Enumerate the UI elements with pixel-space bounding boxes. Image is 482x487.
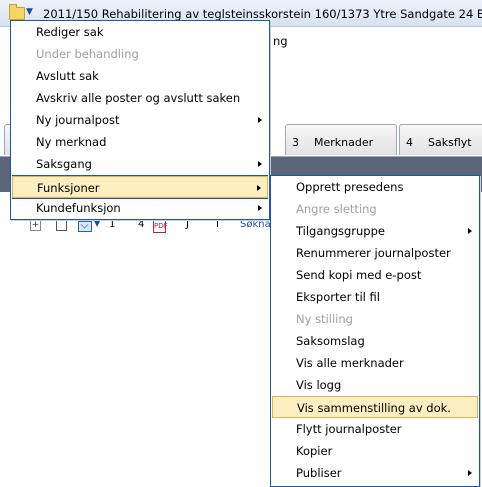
submenu-item-publiser[interactable]: Publiser	[272, 462, 478, 484]
menu-item-label: Saksomslag	[296, 334, 365, 348]
menu-item-label: Kundefunksjon	[36, 201, 121, 215]
submenu-arrow-icon	[468, 470, 472, 476]
submenu-item-send-kopi[interactable]: Send kopi med e-post	[272, 264, 478, 286]
menu-item-label: Angre sletting	[296, 202, 377, 216]
context-menu: Rediger sak Under behandling Avslutt sak…	[10, 20, 270, 220]
submenu-item-eksporter[interactable]: Eksporter til fil	[272, 286, 478, 308]
menu-item-under-behandling: Under behandling	[12, 43, 268, 65]
menu-item-label: Flytt journalposter	[296, 422, 402, 436]
menu-item-rediger-sak[interactable]: Rediger sak	[12, 21, 268, 43]
menu-item-label: Tilgangsgruppe	[296, 224, 385, 238]
menu-item-label: Ny journalpost	[36, 113, 120, 127]
submenu-arrow-icon	[258, 205, 262, 211]
submenu-item-vis-alle-merknader[interactable]: Vis alle merknader	[272, 352, 478, 374]
menu-item-label: Avskriv alle poster og avslutt saken	[36, 91, 241, 105]
submenu-item-renummerer[interactable]: Renummerer journalposter	[272, 242, 478, 264]
row-cell: I	[216, 219, 219, 230]
submenu-arrow-icon	[258, 161, 262, 167]
tab-label: Saksflyt	[428, 136, 472, 149]
submenu-item-angre-sletting: Angre sletting	[272, 198, 478, 220]
menu-item-saksgang[interactable]: Saksgang	[12, 153, 268, 175]
pdf-icon[interactable]: PDF	[153, 219, 168, 233]
menu-item-label: Vis sammenstilling av dok.	[297, 401, 451, 415]
menu-item-label: Eksporter til fil	[296, 290, 380, 304]
menu-item-label: Kopier	[296, 444, 333, 458]
menu-item-ny-merknad[interactable]: Ny merknad	[12, 131, 268, 153]
row-link[interactable]: Søkna	[240, 219, 271, 230]
functions-submenu: Opprett presedens Angre sletting Tilgang…	[270, 175, 480, 487]
menu-item-label: Opprett presedens	[296, 180, 404, 194]
submenu-arrow-icon	[258, 117, 262, 123]
submenu-item-vis-logg[interactable]: Vis logg	[272, 374, 478, 396]
submenu-item-tilgangsgruppe[interactable]: Tilgangsgruppe	[272, 220, 478, 242]
table-row[interactable]: + ▼ 1 4 PDF J I Søkna	[30, 219, 280, 233]
tab-number: 4	[406, 136, 413, 149]
row-cell: 1	[109, 219, 116, 230]
tab-number: 3	[292, 136, 299, 149]
menu-item-label: Publiser	[296, 466, 342, 480]
menu-item-kundefunksjon[interactable]: Kundefunksjon	[12, 197, 268, 219]
submenu-item-flytt-journalposter[interactable]: Flytt journalposter	[272, 418, 478, 440]
menu-item-label: Rediger sak	[36, 25, 104, 39]
menu-item-label: Vis logg	[296, 378, 342, 392]
submenu-item-kopier[interactable]: Kopier	[272, 440, 478, 462]
content-partial-text: ng	[273, 34, 288, 48]
menu-item-avskriv-alle[interactable]: Avskriv alle poster og avslutt saken	[12, 87, 268, 109]
row-cell: 4	[138, 219, 145, 230]
menu-item-label: Under behandling	[36, 47, 139, 61]
submenu-item-saksomslag[interactable]: Saksomslag	[272, 330, 478, 352]
submenu-item-vis-sammenstilling[interactable]: Vis sammenstilling av dok.	[272, 396, 478, 418]
menu-item-label: Funksjoner	[37, 181, 100, 195]
submenu-item-ny-stilling: Ny stilling	[272, 308, 478, 330]
menu-item-label: Send kopi med e-post	[296, 268, 422, 282]
menu-item-label: Avslutt sak	[36, 69, 99, 83]
submenu-arrow-icon	[257, 185, 261, 191]
menu-item-avslutt-sak[interactable]: Avslutt sak	[12, 65, 268, 87]
row-cell: J	[186, 219, 189, 230]
expand-icon[interactable]: +	[30, 220, 41, 231]
menu-item-ny-journalpost[interactable]: Ny journalpost	[12, 109, 268, 131]
mail-icon[interactable]	[78, 221, 92, 232]
menu-item-funksjoner[interactable]: Funksjoner	[12, 176, 268, 198]
menu-item-label: Saksgang	[36, 157, 92, 171]
tab-saksflyt[interactable]: 4 Saksflyt	[399, 124, 482, 155]
caret-down-icon[interactable]: ▼	[94, 219, 100, 228]
caret-down-icon[interactable]: ▼	[26, 7, 33, 17]
tab-label: Merknader	[314, 136, 374, 149]
submenu-arrow-icon	[468, 228, 472, 234]
menu-item-label: Ny merknad	[36, 135, 107, 149]
menu-item-label: Ny stilling	[296, 312, 353, 326]
row-checkbox[interactable]	[56, 220, 67, 231]
menu-item-label: Vis alle merknader	[296, 356, 404, 370]
folder-icon[interactable]	[9, 4, 25, 20]
case-title: 2011/150 Rehabilitering av teglsteinssko…	[43, 7, 482, 21]
submenu-item-opprett-presedens[interactable]: Opprett presedens	[272, 176, 478, 198]
menu-item-label: Renummerer journalposter	[296, 246, 451, 260]
tab-merknader[interactable]: 3 Merknader	[285, 124, 397, 155]
